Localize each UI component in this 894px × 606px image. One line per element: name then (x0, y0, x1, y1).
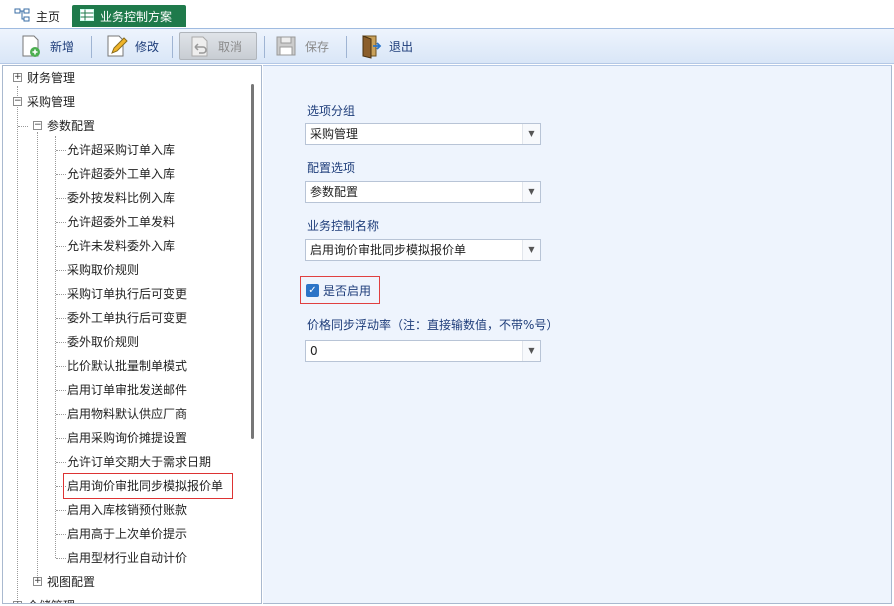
tree-leaf[interactable]: 委外工单执行后可变更 (67, 307, 187, 329)
tab-business-control[interactable]: 业务控制方案 (72, 5, 186, 27)
tree-leaf[interactable]: 比价默认批量制单模式 (67, 355, 187, 377)
config-tree[interactable]: + 财务管理 − 采购管理 − 参数配置 允许超采购订单入库 允许超委外工单入库… (2, 65, 262, 604)
edit-pencil-icon (103, 33, 129, 59)
tree-leaf[interactable]: 启用高于上次单价提示 (67, 523, 187, 545)
new-button[interactable]: 新增 (18, 32, 74, 60)
tree-leaf[interactable]: 允许超委外工单入库 (67, 163, 175, 185)
tree-guide-line (56, 534, 66, 535)
cancel-button-label: 取消 (218, 39, 243, 54)
control-name-value: 启用询价审批同步模拟报价单 (310, 243, 467, 257)
dropdown-arrow-icon[interactable]: ▼ (522, 182, 540, 202)
tab-home-label: 主页 (36, 9, 61, 24)
tree-guide-line (56, 150, 66, 151)
tree-guide-line (56, 558, 66, 559)
enable-checkbox-label[interactable]: 是否启用 (323, 282, 371, 299)
home-tree-icon (14, 8, 30, 25)
dropdown-arrow-icon[interactable]: ▼ (522, 124, 540, 144)
expand-icon[interactable]: + (33, 577, 42, 586)
tree-leaf-selected[interactable]: 启用询价审批同步模拟报价单 (67, 475, 223, 497)
config-option-label: 配置选项 (307, 161, 356, 175)
tree-guide-line (17, 86, 18, 603)
dropdown-arrow-icon[interactable]: ▼ (522, 341, 540, 361)
new-document-icon (18, 33, 44, 59)
tree-guide-line (56, 318, 66, 319)
expand-icon[interactable]: + (13, 601, 22, 603)
tree-guide-line (56, 342, 66, 343)
toolbar-separator (172, 36, 173, 58)
exit-door-icon (357, 33, 383, 59)
expand-icon[interactable]: + (13, 73, 22, 82)
tree-leaf[interactable]: 委外按发料比例入库 (67, 187, 175, 209)
tree-leaf[interactable]: 启用型材行业自动计价 (67, 547, 187, 569)
tree-guide-line (56, 390, 66, 391)
edit-button-label: 修改 (135, 39, 160, 54)
tree-guide-line (56, 438, 66, 439)
price-rate-input[interactable]: 0 ▼ (305, 340, 541, 362)
exit-button-label: 退出 (389, 39, 414, 54)
checkbox-checked-icon[interactable]: ✓ (306, 283, 319, 297)
tree-leaf[interactable]: 允许超委外工单发料 (67, 211, 175, 233)
tree-guide-line (56, 294, 66, 295)
floppy-disk-icon (273, 33, 299, 59)
tree-guide-line (18, 126, 28, 127)
option-group-value: 采购管理 (310, 127, 359, 141)
tree-node-finance[interactable]: 财务管理 (27, 67, 75, 89)
table-icon (80, 8, 94, 24)
tree-leaf[interactable]: 允许超采购订单入库 (67, 139, 175, 161)
tree-node-purchase[interactable]: 采购管理 (27, 91, 75, 113)
price-rate-value: 0 (310, 344, 318, 358)
dropdown-arrow-icon[interactable]: ▼ (522, 240, 540, 260)
price-rate-label: 价格同步浮动率（注：直接输数值，不带%号） (307, 318, 559, 332)
exit-button[interactable]: 退出 (357, 32, 413, 60)
tree-leaf[interactable]: 启用采购询价摊提设置 (67, 427, 187, 449)
detail-form-panel: 选项分组 采购管理 ▼ 配置选项 参数配置 ▼ 业务控制名称 启用询价审批同步模… (263, 65, 892, 604)
tree-guide-line (56, 510, 66, 511)
save-button[interactable]: 保存 (273, 32, 329, 60)
tree-guide-line (56, 462, 66, 463)
app-window: 主页 业务控制方案 新增 修改 取消 保存 退出 + 财务管理 − 采购管理 −… (0, 0, 894, 606)
enable-checkbox-group[interactable]: ✓ 是否启用 (300, 276, 380, 304)
option-group-select[interactable]: 采购管理 ▼ (305, 123, 541, 145)
tree-guide-line (56, 366, 66, 367)
toolbar-separator (91, 36, 92, 58)
tree-guide-line (56, 198, 66, 199)
tree-node-view-config[interactable]: 视图配置 (47, 571, 95, 593)
tree-leaf[interactable]: 采购订单执行后可变更 (67, 283, 187, 305)
tree-scrollbar[interactable] (251, 84, 254, 439)
tree-leaf[interactable]: 启用入库核销预付账款 (67, 499, 187, 521)
tree-node-warehouse[interactable]: 仓储管理 (27, 595, 75, 603)
toolbar-separator (346, 36, 347, 58)
config-option-value: 参数配置 (310, 185, 359, 199)
tree-guide-line (55, 136, 56, 558)
option-group-label: 选项分组 (307, 104, 356, 118)
tree-guide-line (37, 132, 38, 582)
collapse-icon[interactable]: − (13, 97, 22, 106)
tree-guide-line (56, 270, 66, 271)
new-button-label: 新增 (50, 39, 75, 54)
tree-leaf[interactable]: 委外取价规则 (67, 331, 139, 353)
control-name-select[interactable]: 启用询价审批同步模拟报价单 ▼ (305, 239, 541, 261)
tree-guide-line (56, 246, 66, 247)
tree-leaf[interactable]: 允许未发料委外入库 (67, 235, 175, 257)
tree-leaf[interactable]: 采购取价规则 (67, 259, 139, 281)
cancel-button[interactable]: 取消 (179, 32, 257, 60)
control-name-label: 业务控制名称 (307, 219, 380, 233)
tree-leaf[interactable]: 启用物料默认供应厂商 (67, 403, 187, 425)
toolbar: 新增 修改 取消 保存 退出 (0, 28, 894, 64)
tab-bar: 主页 业务控制方案 (0, 0, 894, 28)
tree-node-param-config[interactable]: 参数配置 (47, 115, 95, 137)
undo-icon (186, 33, 212, 59)
tree-guide-line (56, 414, 66, 415)
save-button-label: 保存 (305, 39, 330, 54)
config-option-select[interactable]: 参数配置 ▼ (305, 181, 541, 203)
tree-leaf[interactable]: 允许订单交期大于需求日期 (67, 451, 211, 473)
tree-leaf[interactable]: 启用订单审批发送邮件 (67, 379, 187, 401)
edit-button[interactable]: 修改 (103, 32, 159, 60)
tab-home[interactable]: 主页 (6, 5, 68, 27)
toolbar-separator (264, 36, 265, 58)
tree-guide-line (56, 174, 66, 175)
tree-guide-line (56, 222, 66, 223)
collapse-icon[interactable]: − (33, 121, 42, 130)
tab-business-control-label: 业务控制方案 (100, 9, 173, 24)
